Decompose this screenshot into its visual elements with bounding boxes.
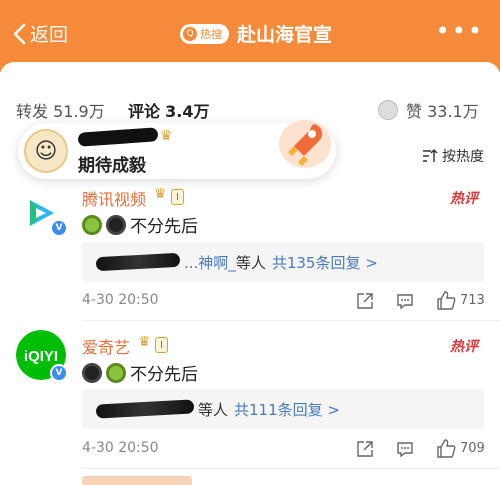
comment-count: 3.4万	[165, 102, 210, 121]
like-button[interactable]: 709	[436, 439, 485, 458]
reply-etc: 等人	[198, 400, 229, 419]
reply-button[interactable]	[396, 440, 414, 458]
reply-etc: 等人	[235, 253, 266, 272]
commenter-name[interactable]: 腾讯视频	[82, 186, 146, 210]
sort-label: 按热度	[442, 149, 484, 165]
redaction-scribble	[77, 127, 159, 147]
view-replies-link[interactable]: 共111条回复 >	[234, 399, 340, 420]
title-wrap: Q 热搜 赴山海官宣	[180, 20, 332, 47]
divider	[82, 468, 500, 469]
level-badge: I	[171, 189, 184, 205]
redaction-scribble	[95, 252, 181, 272]
hot-search-badge[interactable]: Q 热搜	[180, 23, 229, 44]
comment-label: 评论	[128, 102, 161, 121]
svg-text:iQIYI: iQIYI	[24, 348, 58, 365]
share-button[interactable]	[356, 440, 374, 458]
comment-text: 不分先后	[82, 360, 198, 385]
liker-avatar	[378, 100, 398, 120]
chevron-left-icon	[13, 23, 26, 44]
comment-icon	[397, 294, 413, 310]
verified-badge: V	[50, 364, 68, 382]
sort-icon	[423, 149, 438, 162]
crown-icon: ♛	[138, 334, 151, 350]
share-button[interactable]	[356, 292, 374, 310]
comment-tab[interactable]: 评论 3.4万	[128, 98, 209, 122]
comment-body: 不分先后	[130, 365, 198, 385]
replies-box[interactable]: ...神啊_ 等人 共135条回复 >	[82, 242, 484, 282]
comment-body: 不分先后	[130, 217, 198, 237]
like-count: 713	[460, 293, 485, 308]
crown-icon: ♛	[154, 186, 167, 202]
back-label: 返回	[30, 24, 69, 46]
thumb-up-icon	[437, 291, 456, 310]
verified-badge: V	[50, 219, 68, 237]
page-title: 赴山海官宣	[237, 24, 333, 46]
kiwi-emoji-icon	[82, 214, 102, 235]
avatar: ☺	[24, 129, 68, 173]
like-label: 赞	[406, 102, 423, 121]
comment-time: 4-30 20:50	[82, 292, 159, 308]
comment-icon	[397, 442, 413, 458]
penguin-emoji-icon	[106, 214, 126, 235]
repost-tab[interactable]: 转发 51.9万	[16, 98, 105, 122]
crown-icon: ♛	[160, 128, 173, 144]
hot-comment-label: 热评	[450, 191, 478, 207]
search-icon: Q	[183, 26, 197, 41]
commenter-name[interactable]: 爱奇艺	[82, 334, 130, 358]
redaction-scribble	[95, 399, 195, 419]
view-replies-link[interactable]: 共135条回复 >	[272, 252, 378, 273]
replies-box[interactable]: 等人 共111条回复 >	[82, 389, 484, 429]
kiwi-emoji-icon	[106, 362, 126, 383]
share-icon	[357, 293, 373, 309]
rocket-icon	[279, 120, 331, 168]
reply-button[interactable]	[396, 292, 414, 310]
like-count: 709	[460, 441, 485, 456]
level-badge: I	[155, 337, 168, 353]
back-button[interactable]: 返回	[12, 20, 68, 47]
popup-text: 期待成毅	[78, 156, 146, 176]
more-options-icon[interactable]: •••	[436, 19, 484, 43]
repost-count: 51.9万	[53, 102, 105, 121]
hot-badge-label: 热搜	[200, 27, 222, 41]
like-button[interactable]: 713	[436, 291, 485, 310]
reply-user[interactable]: ...神啊_	[184, 252, 236, 273]
like-count: 33.1万	[427, 102, 479, 121]
repost-label: 转发	[16, 102, 49, 121]
sort-by-hot-button[interactable]: 按热度	[422, 146, 484, 166]
comment-time: 4-30 20:50	[82, 440, 159, 456]
share-icon	[357, 441, 373, 457]
hot-comment-label: 热评	[450, 339, 478, 355]
penguin-emoji-icon	[82, 362, 102, 383]
next-comment-name-partial	[82, 476, 192, 485]
like-tab[interactable]: 赞 33.1万	[378, 98, 479, 122]
thumb-up-icon	[437, 439, 456, 458]
stats-bar: 转发 51.9万 评论 3.4万 赞 33.1万	[0, 92, 500, 122]
divider	[82, 320, 500, 321]
comment-text: 不分先后	[82, 212, 198, 237]
